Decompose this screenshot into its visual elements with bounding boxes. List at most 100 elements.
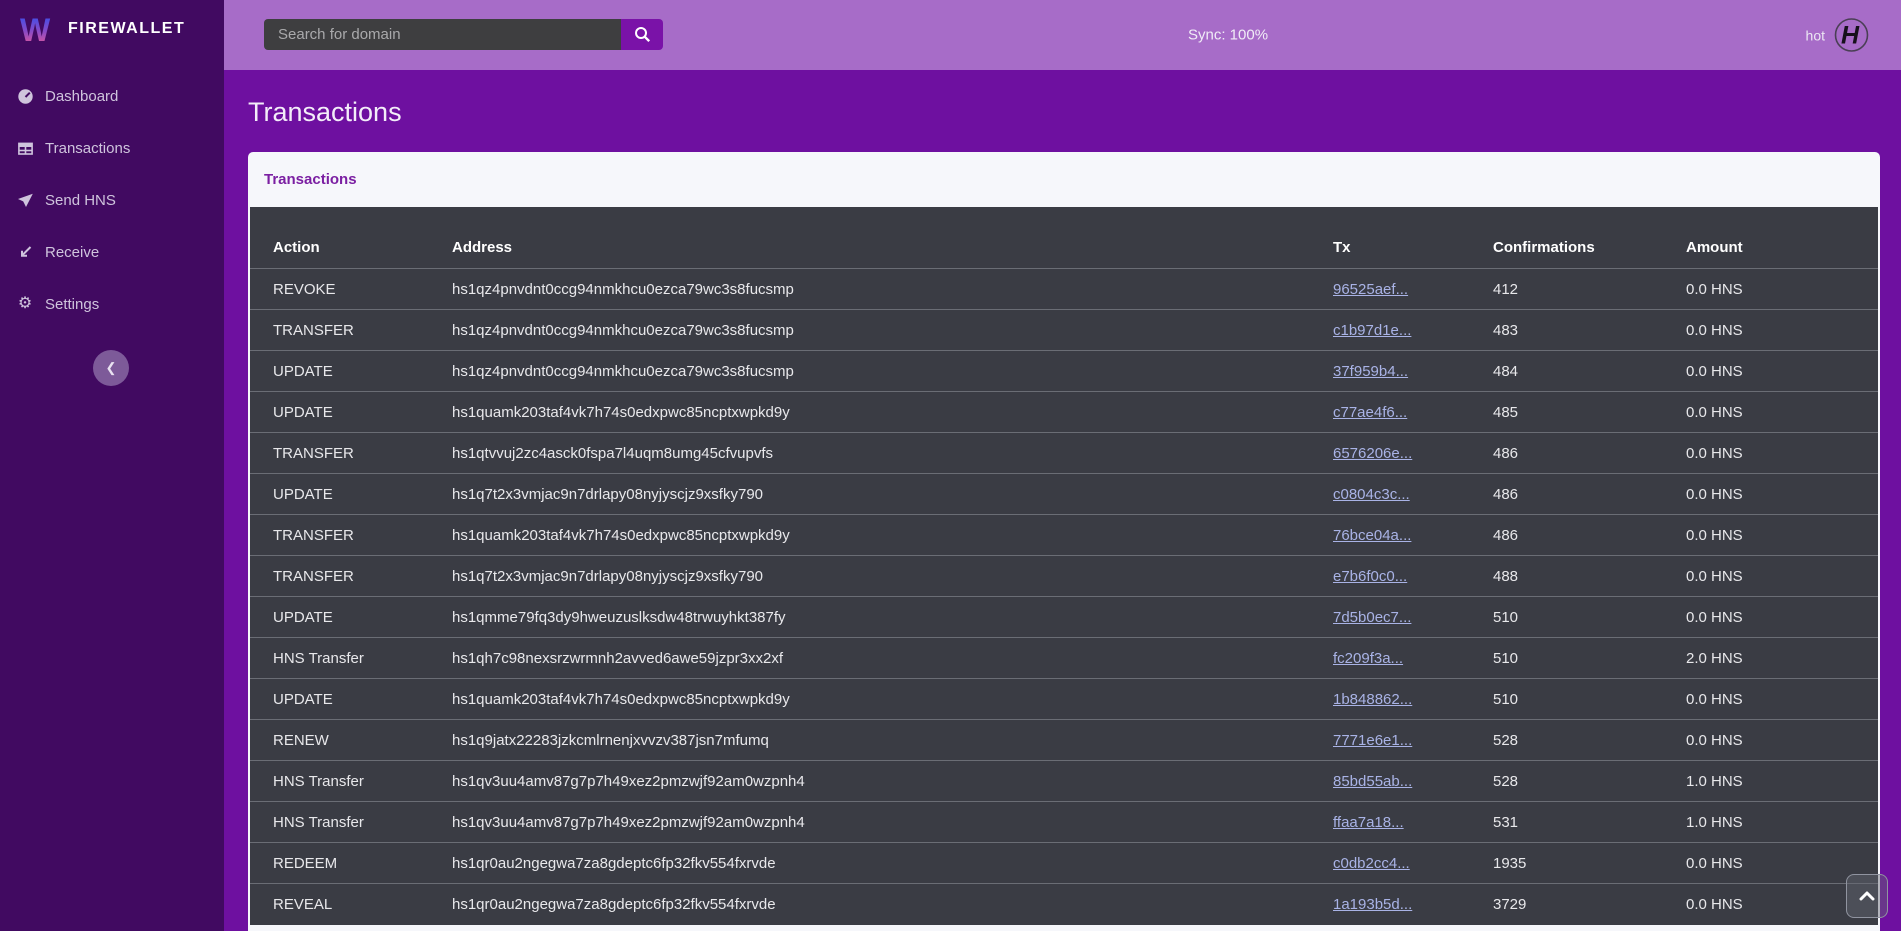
address-cell: hs1qz4pnvdnt0ccg94nmkhcu0ezca79wc3s8fucs… bbox=[452, 310, 1333, 351]
table-row: TRANSFER hs1qtvvuj2zc4asck0fspa7l4uqm8um… bbox=[250, 433, 1878, 474]
tx-cell: c1b97d1e... bbox=[1333, 310, 1493, 351]
action-cell: TRANSFER bbox=[250, 310, 452, 351]
table-row: TRANSFER hs1qz4pnvdnt0ccg94nmkhcu0ezca79… bbox=[250, 310, 1878, 351]
tx-cell: e7b6f0c0... bbox=[1333, 556, 1493, 597]
confirmations-cell: 3729 bbox=[1493, 884, 1686, 925]
amount-cell: 0.0 HNS bbox=[1686, 474, 1878, 515]
action-cell: HNS Transfer bbox=[250, 802, 452, 843]
firewallet-logo-icon: W bbox=[20, 10, 58, 48]
send-icon bbox=[16, 191, 34, 209]
action-cell: TRANSFER bbox=[250, 433, 452, 474]
chevron-left-icon: ❮ bbox=[106, 360, 117, 376]
receive-icon bbox=[16, 243, 34, 261]
sync-status: Sync: 100% bbox=[1188, 27, 1268, 44]
tx-link[interactable]: 96525aef... bbox=[1333, 281, 1408, 298]
table-row: HNS Transfer hs1qv3uu4amv87g7p7h49xez2pm… bbox=[250, 761, 1878, 802]
tx-link[interactable]: ffaa7a18... bbox=[1333, 814, 1404, 831]
confirmations-cell: 412 bbox=[1493, 269, 1686, 310]
table-row: REVEAL hs1qr0au2ngegwa7za8gdeptc6fp32fkv… bbox=[250, 884, 1878, 925]
tx-cell: 6576206e... bbox=[1333, 433, 1493, 474]
tx-cell: 7771e6e1... bbox=[1333, 720, 1493, 761]
sidebar-item-send-hns[interactable]: Send HNS bbox=[0, 174, 224, 226]
search-input[interactable] bbox=[264, 19, 621, 50]
action-cell: UPDATE bbox=[250, 597, 452, 638]
address-cell: hs1q9jatx22283jzkcmlrnenjxvvzv387jsn7mfu… bbox=[452, 720, 1333, 761]
sidebar-item-dashboard[interactable]: Dashboard bbox=[0, 70, 224, 122]
sidebar-item-receive[interactable]: Receive bbox=[0, 226, 224, 278]
confirmations-cell: 510 bbox=[1493, 679, 1686, 720]
tx-link[interactable]: c0db2cc4... bbox=[1333, 855, 1410, 872]
table-row: REDEEM hs1qr0au2ngegwa7za8gdeptc6fp32fkv… bbox=[250, 843, 1878, 884]
tx-cell: 96525aef... bbox=[1333, 269, 1493, 310]
action-cell: REVOKE bbox=[250, 269, 452, 310]
address-cell: hs1quamk203taf4vk7h74s0edxpwc85ncptxwpkd… bbox=[452, 392, 1333, 433]
tx-link[interactable]: 7d5b0ec7... bbox=[1333, 609, 1411, 626]
tx-link[interactable]: e7b6f0c0... bbox=[1333, 568, 1407, 585]
column-header-action: Action bbox=[250, 207, 452, 269]
address-cell: hs1quamk203taf4vk7h74s0edxpwc85ncptxwpkd… bbox=[452, 515, 1333, 556]
tx-link[interactable]: 76bce04a... bbox=[1333, 527, 1411, 544]
address-cell: hs1qv3uu4amv87g7p7h49xez2pmzwjf92am0wzpn… bbox=[452, 761, 1333, 802]
tx-cell: 37f959b4... bbox=[1333, 351, 1493, 392]
tx-link[interactable]: c1b97d1e... bbox=[1333, 322, 1411, 339]
scroll-to-top-button[interactable] bbox=[1846, 874, 1888, 918]
confirmations-cell: 510 bbox=[1493, 638, 1686, 679]
address-cell: hs1q7t2x3vmjac9n7drlapy08nyjyscjz9xsfky7… bbox=[452, 474, 1333, 515]
wallet-menu-button[interactable]: hot H bbox=[1806, 18, 1869, 53]
app-logo[interactable]: W FIREWALLET bbox=[0, 0, 224, 58]
action-cell: UPDATE bbox=[250, 474, 452, 515]
wallet-name-label: hot bbox=[1806, 27, 1825, 43]
sidebar-item-settings[interactable]: ⚙ Settings bbox=[0, 278, 224, 330]
confirmations-cell: 486 bbox=[1493, 515, 1686, 556]
amount-cell: 1.0 HNS bbox=[1686, 802, 1878, 843]
search-button[interactable] bbox=[621, 19, 663, 50]
tx-link[interactable]: 37f959b4... bbox=[1333, 363, 1408, 380]
sidebar-item-transactions[interactable]: Transactions bbox=[0, 122, 224, 174]
tx-link[interactable]: 1a193b5d... bbox=[1333, 896, 1412, 913]
sidebar-collapse-button[interactable]: ❮ bbox=[93, 350, 129, 386]
address-cell: hs1qv3uu4amv87g7p7h49xez2pmzwjf92am0wzpn… bbox=[452, 802, 1333, 843]
sidebar-nav: Dashboard Transactions Send HNS Receive … bbox=[0, 70, 224, 330]
tx-cell: c0db2cc4... bbox=[1333, 843, 1493, 884]
amount-cell: 0.0 HNS bbox=[1686, 269, 1878, 310]
amount-cell: 0.0 HNS bbox=[1686, 556, 1878, 597]
address-cell: hs1qr0au2ngegwa7za8gdeptc6fp32fkv554fxrv… bbox=[452, 843, 1333, 884]
tx-link[interactable]: 1b848862... bbox=[1333, 691, 1412, 708]
confirmations-cell: 486 bbox=[1493, 433, 1686, 474]
tx-cell: 76bce04a... bbox=[1333, 515, 1493, 556]
table-row: RENEW hs1q9jatx22283jzkcmlrnenjxvvzv387j… bbox=[250, 720, 1878, 761]
column-header-amount: Amount bbox=[1686, 207, 1878, 269]
confirmations-cell: 1935 bbox=[1493, 843, 1686, 884]
action-cell: UPDATE bbox=[250, 679, 452, 720]
tx-link[interactable]: 85bd55ab... bbox=[1333, 773, 1412, 790]
action-cell: TRANSFER bbox=[250, 515, 452, 556]
address-cell: hs1q7t2x3vmjac9n7drlapy08nyjyscjz9xsfky7… bbox=[452, 556, 1333, 597]
transactions-icon bbox=[16, 139, 34, 157]
confirmations-cell: 485 bbox=[1493, 392, 1686, 433]
handshake-logo-icon: H bbox=[1834, 18, 1869, 53]
gear-icon: ⚙ bbox=[16, 295, 34, 313]
tx-link[interactable]: c77ae4f6... bbox=[1333, 404, 1407, 421]
transactions-card: Transactions Action Address Tx Confirmat… bbox=[248, 152, 1880, 931]
tx-link[interactable]: 7771e6e1... bbox=[1333, 732, 1412, 749]
amount-cell: 0.0 HNS bbox=[1686, 351, 1878, 392]
table-row: UPDATE hs1qmme79fq3dy9hweuzuslksdw48trwu… bbox=[250, 597, 1878, 638]
tx-cell: fc209f3a... bbox=[1333, 638, 1493, 679]
main-content: Transactions Transactions Action Address… bbox=[224, 70, 1901, 931]
tx-cell: 1a193b5d... bbox=[1333, 884, 1493, 925]
tx-link[interactable]: c0804c3c... bbox=[1333, 486, 1410, 503]
action-cell: REDEEM bbox=[250, 843, 452, 884]
table-row: REVOKE hs1qz4pnvdnt0ccg94nmkhcu0ezca79wc… bbox=[250, 269, 1878, 310]
amount-cell: 0.0 HNS bbox=[1686, 597, 1878, 638]
tx-cell: c0804c3c... bbox=[1333, 474, 1493, 515]
tx-cell: 7d5b0ec7... bbox=[1333, 597, 1493, 638]
table-row: UPDATE hs1quamk203taf4vk7h74s0edxpwc85nc… bbox=[250, 679, 1878, 720]
amount-cell: 0.0 HNS bbox=[1686, 392, 1878, 433]
tx-link[interactable]: 6576206e... bbox=[1333, 445, 1412, 462]
table-row: HNS Transfer hs1qv3uu4amv87g7p7h49xez2pm… bbox=[250, 802, 1878, 843]
table-row: UPDATE hs1qz4pnvdnt0ccg94nmkhcu0ezca79wc… bbox=[250, 351, 1878, 392]
amount-cell: 0.0 HNS bbox=[1686, 720, 1878, 761]
topbar: Sync: 100% hot H bbox=[224, 0, 1901, 70]
tx-link[interactable]: fc209f3a... bbox=[1333, 650, 1403, 667]
table-row: UPDATE hs1q7t2x3vmjac9n7drlapy08nyjyscjz… bbox=[250, 474, 1878, 515]
